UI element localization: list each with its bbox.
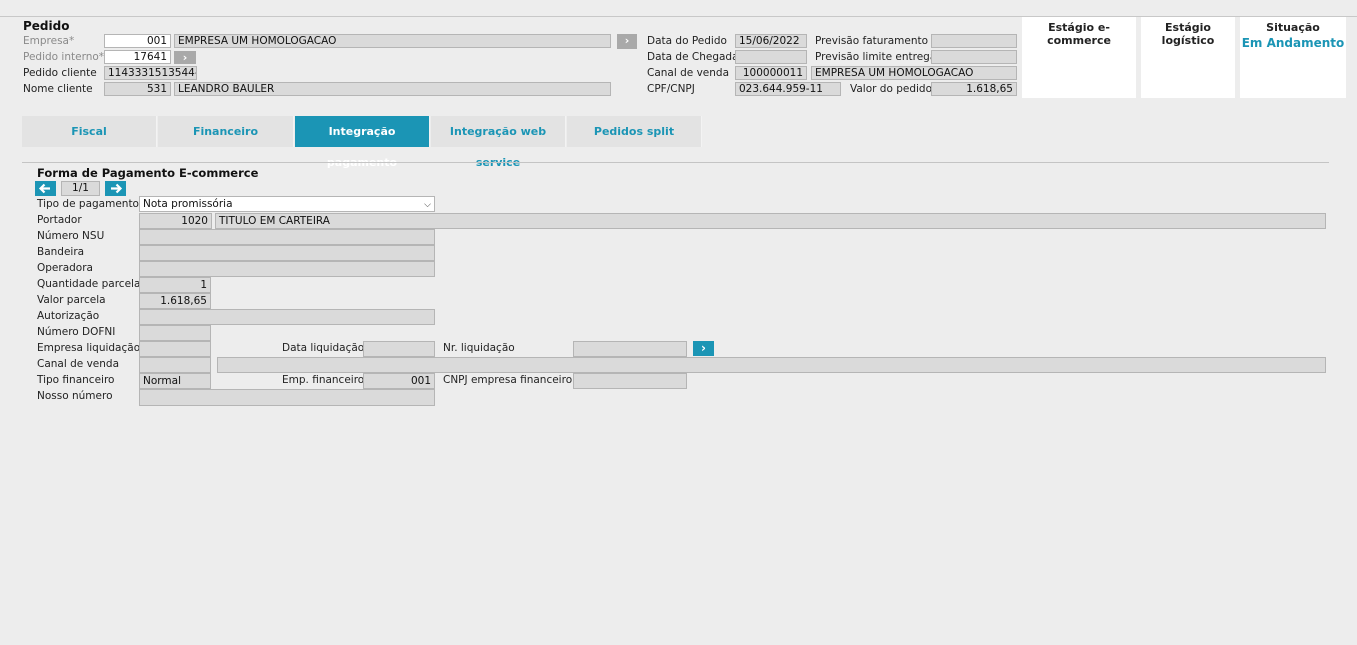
canal-venda-section-label: Canal de venda [37, 358, 120, 370]
nome-cliente-label: Nome cliente [23, 83, 93, 95]
tab-financeiro[interactable]: Financeiro [158, 116, 294, 147]
emp-financeiro-field: 001 [363, 373, 435, 389]
chevron-right-icon: › [182, 51, 188, 64]
section-divider [22, 162, 1329, 163]
cnpj-financeiro-field [573, 373, 687, 389]
pedido-cliente-label: Pedido cliente [23, 67, 97, 79]
canal-venda-code-field: 100000011 [735, 66, 807, 80]
canal-venda-code-section-field [139, 357, 211, 373]
pager-indicator: 1/1 [61, 181, 100, 196]
logistic-stage-label: Estágio logístico [1161, 21, 1215, 47]
chevron-right-icon: › [624, 34, 630, 47]
ecommerce-stage-panel: Estágio e-commerce [1022, 17, 1136, 98]
valor-parcela-label: Valor parcela [37, 294, 106, 306]
chevron-right-icon: › [701, 341, 706, 355]
cpf-cnpj-field: 023.644.959-11 [735, 82, 841, 96]
dofni-label: Número DOFNI [37, 326, 116, 338]
empresa-liquidacao-label: Empresa liquidação [37, 342, 141, 354]
empresa-code-field[interactable]: 001 [104, 34, 171, 48]
nr-liquidacao-field [573, 341, 687, 357]
nsu-label: Número NSU [37, 230, 105, 242]
situacao-panel: Situação Em Andamento [1240, 17, 1346, 98]
arrow-left-icon [38, 183, 50, 194]
pedido-cliente-field: 1143331513544-5 [104, 66, 197, 80]
portador-name-field: TITULO EM CARTEIRA [215, 213, 1326, 229]
data-chegada-field [735, 50, 807, 64]
nr-liquidacao-label: Nr. liquidação [443, 342, 515, 354]
pedido-interno-field[interactable]: 17641 [104, 50, 171, 64]
tipo-pagamento-select[interactable]: Nota promissória ⌵ [139, 196, 435, 212]
previsao-limite-field [931, 50, 1017, 64]
chevron-down-icon: ⌵ [424, 200, 431, 210]
page-title: Pedido [23, 19, 70, 33]
autorizacao-field [139, 309, 435, 325]
next-button[interactable] [105, 181, 126, 196]
previous-button[interactable] [35, 181, 56, 196]
previsao-faturamento-label: Previsão faturamento [815, 35, 929, 47]
logistic-stage-panel: Estágio logístico [1141, 17, 1235, 98]
tab-pedidos-split[interactable]: Pedidos split [567, 116, 702, 147]
operadora-label: Operadora [37, 262, 93, 274]
empresa-go-button[interactable]: › [617, 34, 637, 49]
dofni-field [139, 325, 211, 341]
tipo-pagamento-label: Tipo de pagamento [37, 198, 139, 210]
qtd-parcela-label: Quantidade parcela [37, 278, 141, 290]
valor-parcela-field: 1.618,65 [139, 293, 211, 309]
data-liquidacao-field [363, 341, 435, 357]
empresa-label: Empresa* [23, 35, 75, 47]
tipo-financeiro-label: Tipo financeiro [37, 374, 115, 386]
data-chegada-label: Data de Chegada [647, 51, 739, 63]
cnpj-financeiro-label: CNPJ empresa financeiro [443, 374, 573, 386]
pedido-interno-go-button[interactable]: › [174, 51, 196, 64]
portador-code-field: 1020 [139, 213, 212, 229]
tab-integracao-pagamento[interactable]: Integração pagamento [295, 116, 430, 169]
section-title: Forma de Pagamento E-commerce [37, 166, 259, 180]
data-pedido-label: Data do Pedido [647, 35, 727, 47]
cpf-cnpj-label: CPF/CNPJ [647, 83, 695, 95]
nome-cliente-code-field: 531 [104, 82, 171, 96]
nosso-numero-label: Nosso número [37, 390, 113, 402]
data-liquidacao-label: Data liquidação [282, 342, 365, 354]
empresa-liquidacao-field [139, 341, 211, 357]
nome-cliente-name-field: LEANDRO BAULER [174, 82, 611, 96]
tipo-pagamento-value: Nota promissória [143, 198, 233, 210]
previsao-limite-label: Previsão limite entrega [815, 51, 937, 63]
portador-label: Portador [37, 214, 82, 226]
tab-integracao-web-service[interactable]: Integração web service [431, 116, 566, 169]
situacao-value: Em Andamento [1241, 36, 1345, 50]
bandeira-field [139, 245, 435, 261]
nosso-numero-field [139, 389, 435, 406]
pedido-interno-label: Pedido interno* [23, 51, 105, 63]
autorizacao-label: Autorização [37, 310, 100, 322]
previsao-faturamento-field [931, 34, 1017, 48]
arrow-right-icon [111, 183, 123, 194]
empresa-name-field: EMPRESA UM HOMOLOGACAO [174, 34, 611, 48]
canal-venda-label: Canal de venda [647, 67, 730, 79]
tab-fiscal[interactable]: Fiscal [22, 116, 157, 147]
emp-financeiro-label: Emp. financeiro [282, 374, 365, 386]
canal-venda-name-field: EMPRESA UM HOMOLOGACAO [811, 66, 1017, 80]
liquidacao-go-button[interactable]: › [693, 341, 714, 356]
ecommerce-stage-label: Estágio e-commerce [1047, 21, 1111, 47]
nsu-field [139, 229, 435, 245]
valor-pedido-label: Valor do pedido [850, 83, 933, 95]
bandeira-label: Bandeira [37, 246, 85, 258]
operadora-field [139, 261, 435, 277]
valor-pedido-field: 1.618,65 [931, 82, 1017, 96]
qtd-parcela-field: 1 [139, 277, 211, 293]
canal-venda-name-section-field [217, 357, 1326, 373]
situacao-label: Situação [1266, 21, 1320, 34]
data-pedido-field: 15/06/2022 [735, 34, 807, 48]
tipo-financeiro-field: Normal [139, 373, 211, 389]
